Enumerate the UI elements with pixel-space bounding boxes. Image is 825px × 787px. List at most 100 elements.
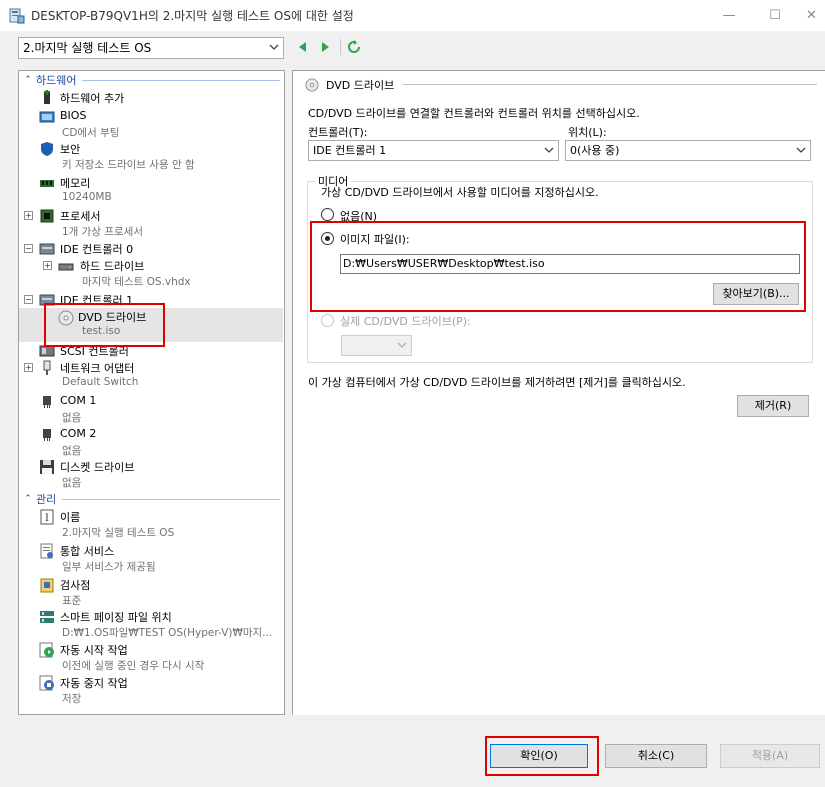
remove-button[interactable]: 제거(R) bbox=[737, 395, 809, 417]
window-title: DESKTOP-B79QV1H의 2.마지막 실행 테스트 OS에 대한 설정 bbox=[31, 9, 354, 23]
tree-item-processor[interactable]: + 프로세서 1개 가상 프로세서 bbox=[19, 207, 283, 241]
title-rule bbox=[403, 84, 817, 85]
minimize-button[interactable]: — bbox=[706, 0, 752, 31]
maximize-button[interactable]: ☐ bbox=[752, 0, 798, 31]
apply-button[interactable]: 적용(A) bbox=[720, 744, 820, 768]
next-arrow-icon[interactable] bbox=[318, 40, 332, 54]
title-bar: DESKTOP-B79QV1H의 2.마지막 실행 테스트 OS에 대한 설정 … bbox=[0, 0, 825, 31]
integration-services-icon bbox=[40, 543, 53, 559]
tree-item-sub: 표준 bbox=[62, 595, 82, 607]
tree-item-name[interactable]: I 이름 2.마지막 실행 테스트 OS bbox=[19, 508, 283, 542]
close-button[interactable]: ✕ bbox=[798, 0, 825, 31]
chevron-down-icon bbox=[269, 44, 279, 50]
name-icon: I bbox=[40, 509, 54, 525]
tree-item-sub: 없음 bbox=[62, 445, 82, 457]
tree-item-label: 이름 bbox=[60, 511, 81, 524]
com-port-icon bbox=[43, 429, 51, 441]
panel-title: DVD 드라이브 bbox=[326, 79, 395, 92]
tree-item-label: COM 1 bbox=[60, 394, 97, 407]
location-label: 위치(L): bbox=[568, 126, 607, 139]
location-dropdown[interactable]: 0(사용 중) bbox=[565, 140, 811, 161]
tree-item-label: 스마트 페이징 파일 위치 bbox=[60, 611, 172, 624]
radio-image-file[interactable] bbox=[321, 232, 334, 245]
tree-item-label: 보안 bbox=[60, 143, 81, 156]
dvd-icon bbox=[58, 310, 74, 326]
memory-icon bbox=[40, 180, 54, 187]
cancel-button[interactable]: 취소(C) bbox=[605, 744, 707, 768]
radio-none-label[interactable]: 없음(N) bbox=[340, 208, 377, 224]
dvd-icon bbox=[305, 78, 319, 92]
tree-item-ide-controller-0[interactable]: − IDE 컨트롤러 0 bbox=[19, 240, 283, 258]
collapse-icon[interactable]: − bbox=[24, 244, 33, 253]
chevron-down-icon bbox=[397, 342, 407, 348]
floppy-icon bbox=[40, 460, 54, 474]
bios-icon bbox=[39, 111, 55, 123]
tree-item-sub: 저장 bbox=[62, 693, 82, 705]
tree-item-hard-drive[interactable]: + 하드 드라이브 마지막 테스트 OS.vhdx bbox=[19, 257, 283, 291]
ok-button[interactable]: 확인(O) bbox=[490, 744, 588, 768]
controller-dropdown[interactable]: IDE 컨트롤러 1 bbox=[308, 140, 559, 161]
vm-selector-dropdown[interactable]: 2.마지막 실행 테스트 OS bbox=[18, 37, 284, 59]
tree-item-dvd-drive[interactable]: DVD 드라이브 test.iso bbox=[19, 308, 283, 342]
tree-item-label: 하드 드라이브 bbox=[80, 260, 145, 273]
location-value: 0(사용 중) bbox=[570, 144, 620, 157]
tree-item-label: DVD 드라이브 bbox=[78, 311, 147, 324]
tree-item-memory[interactable]: 메모리 10240MB bbox=[19, 174, 283, 208]
tree-item-smart-paging[interactable]: 스마트 페이징 파일 위치 D:₩1.OS파일₩TEST OS(Hyper-V)… bbox=[19, 608, 283, 642]
tree-item-label: 디스켓 드라이브 bbox=[60, 461, 135, 474]
tree-item-sub: 이전에 실행 중인 경우 다시 시작 bbox=[62, 660, 205, 672]
tree-item-network-adapter[interactable]: + 네트워크 어댑터 Default Switch bbox=[19, 359, 283, 393]
dvd-settings-panel: DVD 드라이브 CD/DVD 드라이브를 연결할 컨트롤러와 컨트롤러 위치를… bbox=[292, 70, 825, 715]
tree-item-label: SCSI 컨트롤러 bbox=[60, 345, 129, 358]
radio-physical-drive[interactable] bbox=[321, 314, 334, 327]
tree-item-security[interactable]: 보안 키 저장소 드라이브 사용 안 함 bbox=[19, 140, 283, 174]
tree-item-sub: 10240MB bbox=[62, 191, 112, 203]
radio-none[interactable] bbox=[321, 208, 334, 221]
tree-item-sub: 없음 bbox=[62, 477, 82, 489]
tree-item-sub: D:₩1.OS파일₩TEST OS(Hyper-V)₩마지... bbox=[62, 627, 273, 639]
tree-item-label: COM 2 bbox=[60, 427, 97, 440]
browse-button[interactable]: 찾아보기(B)... bbox=[713, 283, 799, 305]
network-adapter-icon bbox=[43, 360, 51, 375]
tree-item-ide-controller-1[interactable]: − IDE 컨트롤러 1 bbox=[19, 291, 283, 309]
expand-icon[interactable]: + bbox=[24, 211, 33, 220]
tree-item-add-hardware[interactable]: 하드웨어 추가 bbox=[19, 89, 283, 107]
tree-item-auto-start[interactable]: 자동 시작 작업 이전에 실행 중인 경우 다시 시작 bbox=[19, 641, 283, 675]
expand-icon[interactable]: + bbox=[43, 261, 52, 270]
tree-item-label: 자동 중지 작업 bbox=[60, 677, 128, 690]
section-hardware-label: 하드웨어 bbox=[36, 74, 77, 87]
ide-controller-icon bbox=[39, 243, 55, 255]
tree-item-scsi-controller[interactable]: SCSI 컨트롤러 bbox=[19, 342, 283, 360]
chevron-down-icon bbox=[544, 147, 554, 153]
tree-item-integration-services[interactable]: 통합 서비스 일부 서비스가 제공됨 bbox=[19, 542, 283, 576]
tree-item-label: 자동 시작 작업 bbox=[60, 644, 128, 657]
section-hardware[interactable]: ⌃ 하드웨어 bbox=[20, 72, 284, 88]
tree-item-com1[interactable]: COM 1 없음 bbox=[19, 393, 283, 427]
settings-tree: ⌃ 하드웨어 하드웨어 추가 BIOS CD에서 부팅 보안 키 저장소 드라이… bbox=[18, 70, 285, 715]
collapse-icon[interactable]: − bbox=[24, 295, 33, 304]
tree-item-sub: CD에서 부팅 bbox=[62, 127, 120, 139]
radio-physical-drive-label[interactable]: 실제 CD/DVD 드라이브(P): bbox=[340, 313, 471, 329]
refresh-icon[interactable] bbox=[347, 40, 361, 54]
tree-item-label: 통합 서비스 bbox=[60, 545, 115, 558]
processor-icon bbox=[40, 209, 54, 223]
collapse-chevron-icon: ⌃ bbox=[24, 75, 32, 85]
tree-item-label: 프로세서 bbox=[60, 210, 101, 223]
tree-item-label: 메모리 bbox=[60, 177, 91, 190]
tree-item-label: IDE 컨트롤러 1 bbox=[60, 294, 134, 307]
tree-item-sub: 키 저장소 드라이브 사용 안 함 bbox=[62, 159, 195, 171]
section-management[interactable]: ⌃ 관리 bbox=[20, 491, 284, 507]
previous-arrow-icon[interactable] bbox=[296, 40, 310, 54]
tree-item-diskette-drive[interactable]: 디스켓 드라이브 없음 bbox=[19, 458, 283, 492]
physical-drive-dropdown[interactable] bbox=[341, 335, 412, 356]
tree-item-bios[interactable]: BIOS CD에서 부팅 bbox=[19, 108, 283, 142]
tree-item-com2[interactable]: COM 2 없음 bbox=[19, 426, 283, 460]
radio-image-file-label[interactable]: 이미지 파일(I): bbox=[340, 231, 410, 247]
tree-item-checkpoints[interactable]: 검사점 표준 bbox=[19, 576, 283, 610]
com-port-icon bbox=[43, 396, 51, 408]
tree-item-auto-stop[interactable]: 자동 중지 작업 저장 bbox=[19, 674, 283, 708]
tree-item-label: BIOS bbox=[60, 109, 87, 122]
image-path-input[interactable]: D:₩Users₩USER₩Desktop₩test.iso bbox=[340, 254, 800, 274]
tree-item-sub: test.iso bbox=[82, 325, 121, 337]
expand-icon[interactable]: + bbox=[24, 363, 33, 372]
